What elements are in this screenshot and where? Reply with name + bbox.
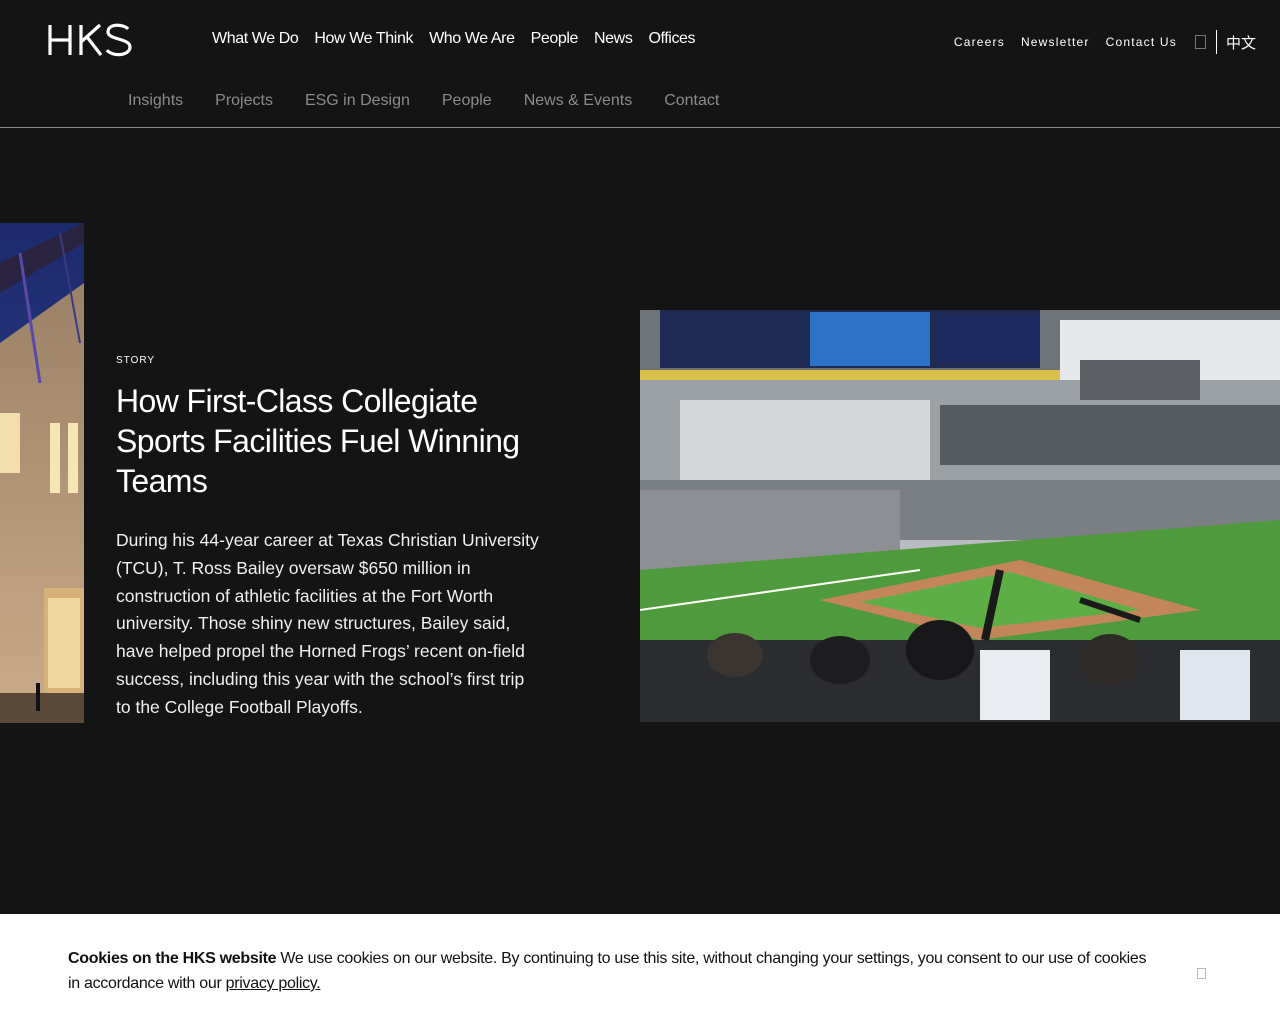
story-title[interactable]: How First-Class Collegiate Sports Facili… (116, 381, 556, 501)
baseball-stadium-photo (640, 310, 1280, 722)
newsletter-link[interactable]: Newsletter (1021, 35, 1090, 49)
cookie-message: Cookies on the HKS website We use cookie… (68, 946, 1148, 996)
main-nav: What We Do How We Think Who We Are Peopl… (212, 30, 696, 48)
previous-slide-image[interactable] (0, 223, 84, 723)
stadium-building-photo (0, 223, 84, 723)
privacy-policy-link[interactable]: privacy policy. (226, 975, 321, 992)
nav-offices[interactable]: Offices (648, 30, 695, 48)
utility-nav: Careers Newsletter Contact Us 中文 (938, 30, 1256, 54)
subnav-esg-in-design[interactable]: ESG in Design (305, 92, 410, 110)
nav-who-we-are[interactable]: Who We Are (429, 30, 515, 48)
site-header: What We Do How We Think Who We Are Peopl… (0, 0, 1280, 128)
cookie-banner: Cookies on the HKS website We use cookie… (0, 914, 1280, 1024)
careers-link[interactable]: Careers (954, 35, 1005, 49)
subnav-insights[interactable]: Insights (128, 92, 183, 110)
subnav-contact[interactable]: Contact (664, 92, 719, 110)
story-label: STORY (116, 355, 156, 366)
nav-news[interactable]: News (594, 30, 633, 48)
language-switch[interactable]: 中文 (1226, 32, 1256, 53)
nav-what-we-do[interactable]: What We Do (212, 30, 299, 48)
subnav-news-events[interactable]: News & Events (524, 92, 632, 110)
nav-divider (1215, 30, 1217, 54)
nav-how-we-think[interactable]: How We Think (314, 30, 413, 48)
hks-logo[interactable] (48, 22, 132, 58)
hks-logo-mark (48, 23, 132, 57)
sub-nav: Insights Projects ESG in Design People N… (128, 92, 719, 110)
subnav-people[interactable]: People (442, 92, 492, 110)
subnav-projects[interactable]: Projects (215, 92, 273, 110)
search-icon[interactable] (1194, 35, 1206, 49)
story-body: During his 44-year career at Texas Chris… (116, 530, 539, 717)
contact-us-link[interactable]: Contact Us (1106, 35, 1177, 49)
featured-story-image[interactable] (640, 310, 1280, 722)
close-icon[interactable] (1197, 968, 1206, 979)
nav-people[interactable]: People (531, 30, 579, 48)
cookie-heading: Cookies on the HKS website (68, 950, 277, 967)
